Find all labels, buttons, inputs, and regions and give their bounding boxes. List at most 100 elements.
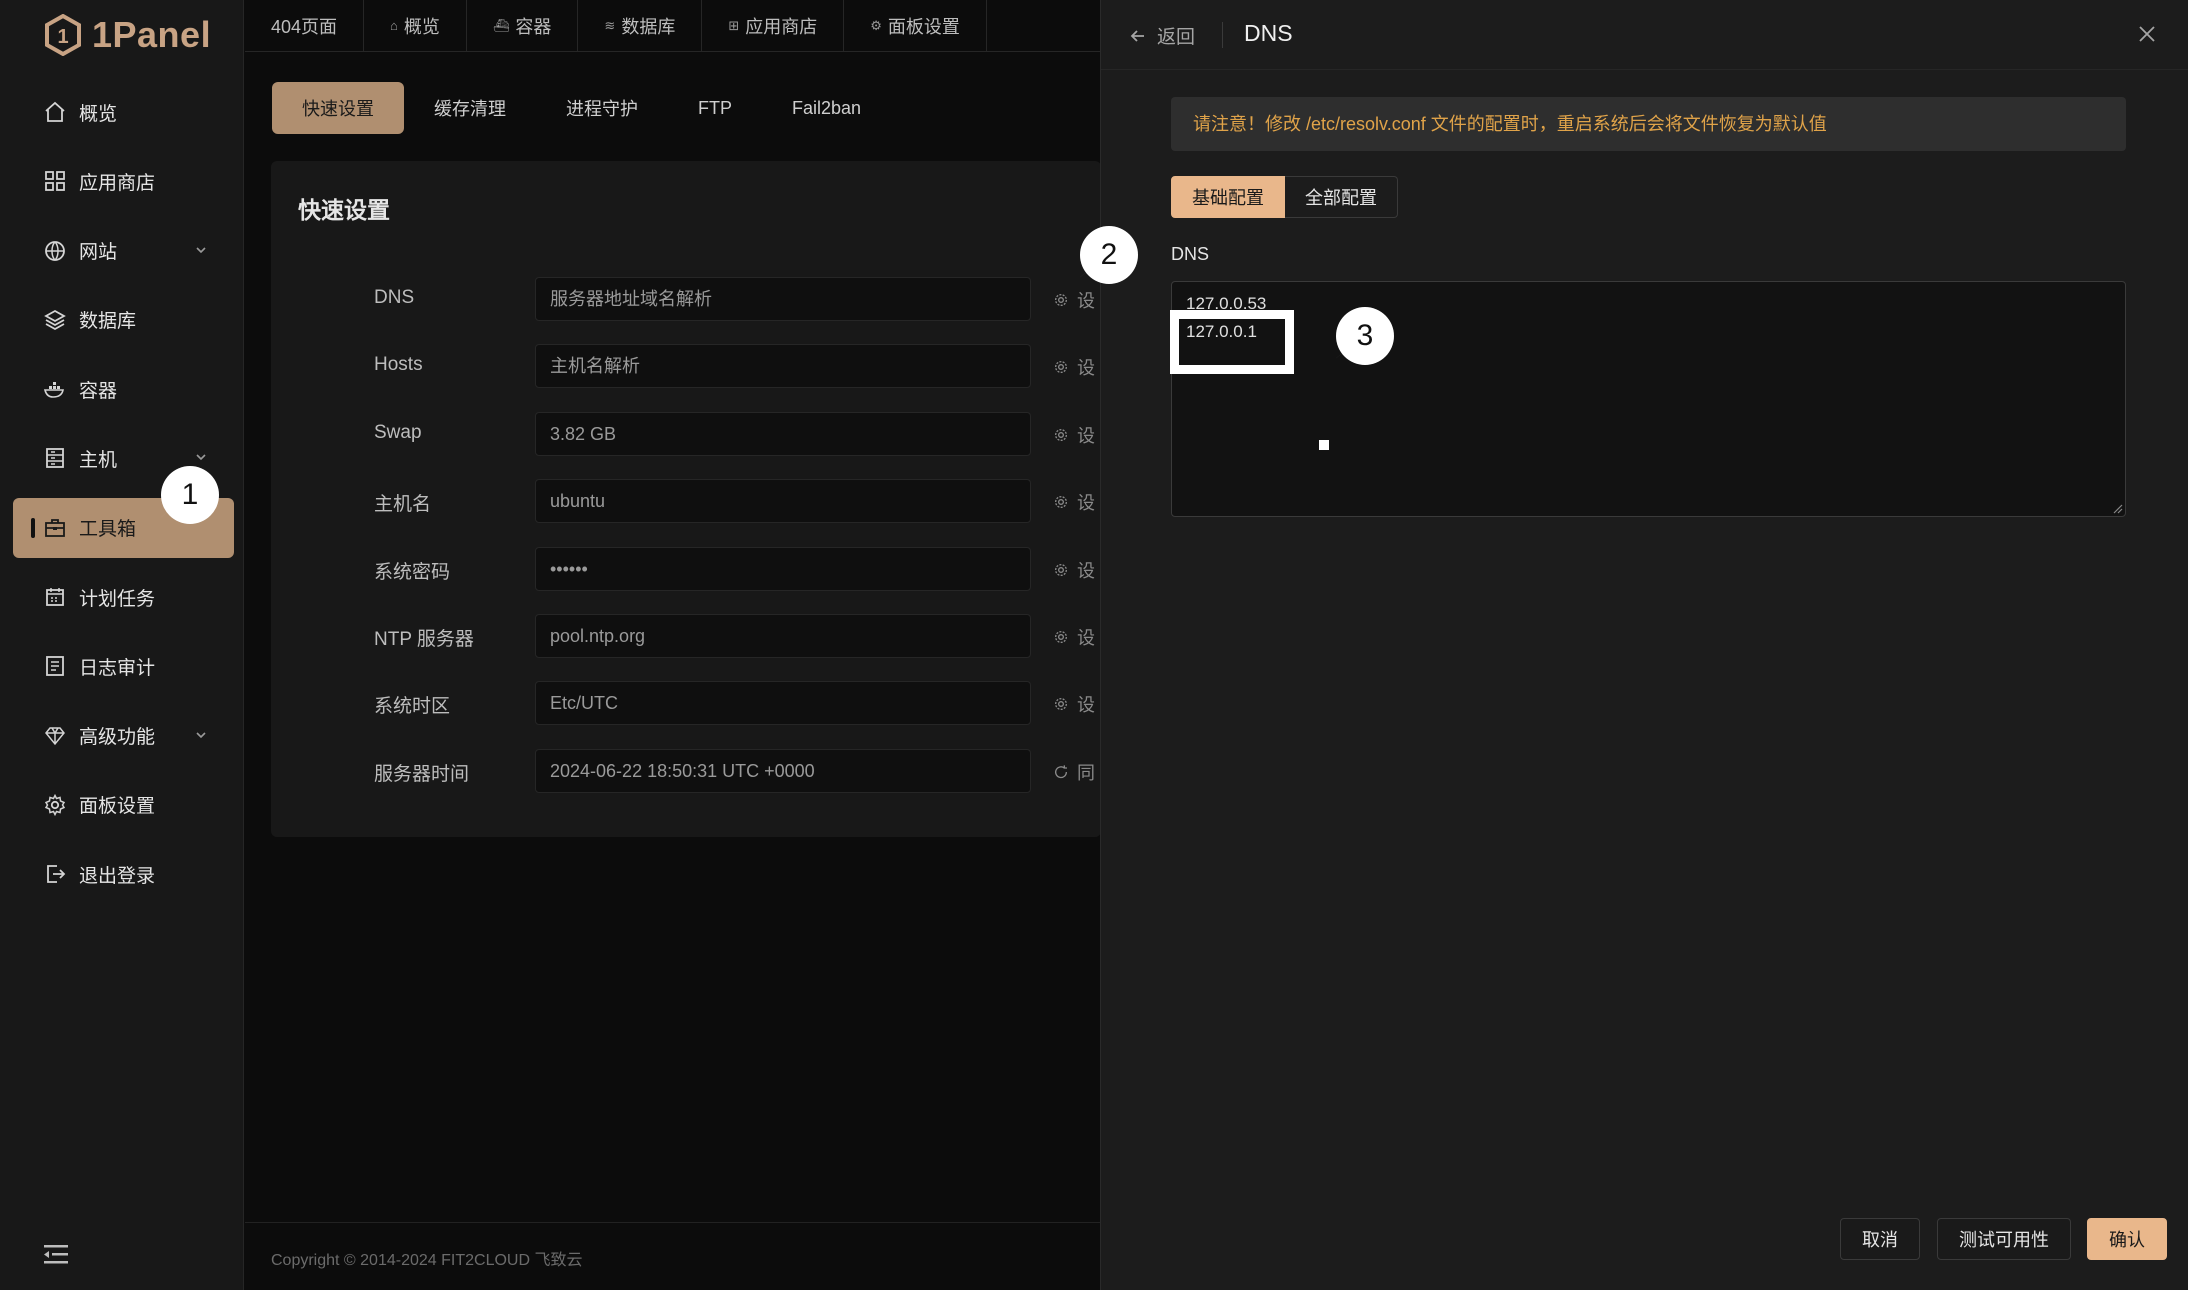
confirm-button[interactable]: 确认 — [2087, 1218, 2167, 1260]
settings-row: 系统时区 Etc/UTC 设 — [271, 681, 1101, 726]
settings-row-action[interactable]: 设 — [1053, 287, 1095, 313]
grid-icon — [45, 171, 65, 192]
gear-icon — [1055, 631, 1067, 643]
resize-handle-icon[interactable] — [2111, 502, 2123, 514]
settings-row-action[interactable]: 设 — [1053, 557, 1095, 583]
header-divider — [1222, 22, 1223, 48]
settings-row: 系统密码 •••••• 设 — [271, 546, 1101, 591]
top-tab-3[interactable]: ≋ 数据库 — [578, 0, 703, 52]
settings-row-action[interactable]: 设 — [1053, 489, 1095, 515]
settings-row-action[interactable]: 设 — [1053, 354, 1095, 380]
sidebar-item-10[interactable]: 面板设置 — [13, 775, 234, 835]
sidebar-item-label: 退出登录 — [79, 865, 156, 887]
sidebar-item-4[interactable]: 容器 — [13, 359, 234, 419]
settings-row-value[interactable]: 主机名解析 — [535, 344, 1031, 389]
dns-textarea[interactable] — [1171, 281, 2126, 517]
settings-row-action-label: 设 — [1077, 291, 1095, 311]
logo[interactable]: 1 1Panel — [44, 12, 211, 58]
calendar-icon — [46, 588, 64, 606]
top-tab-5[interactable]: ⚙ 面板设置 — [844, 0, 987, 52]
settings-row-value[interactable]: 2024-06-22 18:50:31 UTC +0000 — [535, 748, 1031, 793]
top-tab-4[interactable]: ⊞ 应用商店 — [702, 0, 845, 52]
top-tab-label: 面板设置 — [887, 16, 960, 37]
top-tab-bar: 404页面 ⌂ 概览 ⛴ 容器 ≋ 数据库 ⊞ 应用商店 ⚙ 面板设置 — [245, 0, 1100, 52]
server-icon — [46, 448, 64, 469]
footer-divider — [245, 1222, 1100, 1223]
sidebar-item-11[interactable]: 退出登录 — [13, 844, 234, 904]
gear-icon — [1055, 294, 1067, 306]
settings-row-action-label: 设 — [1077, 425, 1095, 446]
settings-row-label: NTP 服务器 — [374, 629, 474, 650]
annotation-highlight-box — [1170, 310, 1294, 374]
toolbox-subtabs: 快速设置 缓存清理 进程守护 FTP Fail2ban — [272, 82, 891, 134]
drawer-title: DNS — [1244, 20, 1293, 46]
settings-row-value[interactable]: pool.ntp.org — [535, 614, 1031, 658]
top-tab-1[interactable]: ⌂ 概览 — [364, 0, 467, 52]
docker-icon — [43, 382, 64, 398]
sidebar-item-0[interactable]: 概览 — [13, 82, 234, 142]
globe-icon — [45, 240, 65, 261]
sidebar-item-9[interactable]: 高级功能 — [13, 706, 234, 766]
top-tab-0[interactable]: 404页面 — [245, 0, 365, 52]
top-tab-label: 概览 — [403, 16, 440, 37]
settings-row-action[interactable]: 设 — [1053, 422, 1095, 448]
layers-icon — [44, 309, 66, 330]
sidebar-item-label: 网站 — [79, 242, 118, 264]
subtab-3[interactable]: FTP — [668, 82, 762, 134]
settings-row-value[interactable]: Etc/UTC — [535, 681, 1031, 726]
sidebar-item-7[interactable]: 计划任务 — [13, 567, 234, 627]
app-root: 1 1Panel 概览 应用商店 网站 数据库 容器 主机 工具箱 计划任务 日志审计 高级功能面… — [0, 0, 2188, 1290]
log-icon — [46, 656, 64, 677]
settings-row-action[interactable]: 同 — [1053, 759, 1095, 785]
annotation-bubble-1: 1 — [161, 466, 219, 524]
top-tab-label: 数据库 — [621, 16, 676, 37]
settings-row-label: 系统密码 — [374, 561, 451, 583]
test-availability-button[interactable]: 测试可用性 — [1937, 1218, 2071, 1260]
drawer-header: 返回 DNS — [1101, 0, 2188, 70]
sidebar-item-label: 面板设置 — [79, 796, 156, 818]
tab-icon: ⚙ — [870, 17, 882, 33]
settings-row-action[interactable]: 设 — [1053, 624, 1095, 650]
collapse-menu-icon[interactable] — [42, 1240, 70, 1270]
settings-row-value[interactable]: 3.82 GB — [535, 411, 1031, 456]
sidebar-item-1[interactable]: 应用商店 — [13, 151, 234, 211]
close-icon[interactable] — [2135, 22, 2159, 46]
subtab-4[interactable]: Fail2ban — [762, 82, 891, 134]
sidebar-item-2[interactable]: 网站 — [13, 221, 234, 281]
sidebar-item-3[interactable]: 数据库 — [13, 290, 234, 350]
subtab-0[interactable]: 快速设置 — [272, 82, 404, 134]
tab-icon: ⌂ — [390, 18, 398, 33]
settings-row-label: Hosts — [374, 354, 423, 376]
settings-row-value[interactable]: ubuntu — [535, 479, 1031, 524]
back-button[interactable]: 返回 — [1129, 22, 1195, 49]
subtab-1[interactable]: 缓存清理 — [404, 82, 536, 134]
settings-row: Hosts 主机名解析 设 — [271, 344, 1101, 389]
tab-full-config[interactable]: 全部配置 — [1285, 176, 1398, 218]
settings-row-value[interactable]: •••••• — [535, 546, 1031, 591]
sidebar-item-label: 高级功能 — [79, 727, 156, 749]
cancel-button[interactable]: 取消 — [1840, 1218, 1920, 1260]
gear-icon — [1055, 361, 1067, 374]
settings-row-value[interactable]: 服务器地址域名解析 — [535, 277, 1031, 321]
settings-row: 主机名 ubuntu 设 — [271, 479, 1101, 524]
annotation-bubble-2: 2 — [1080, 226, 1138, 284]
top-tab-label: 应用商店 — [745, 16, 818, 37]
svg-text:1: 1 — [57, 26, 68, 48]
settings-row-action-label: 同 — [1077, 762, 1095, 783]
gear-icon — [1055, 698, 1067, 711]
tab-basic-config[interactable]: 基础配置 — [1171, 176, 1285, 218]
subtab-2[interactable]: 进程守护 — [536, 82, 668, 134]
gear-icon — [1055, 563, 1067, 576]
settings-row-action[interactable]: 设 — [1053, 691, 1095, 717]
footer-copyright: Copyright © 2014-2024 FIT2CLOUD 飞致云 — [271, 1252, 583, 1269]
sidebar-item-8[interactable]: 日志审计 — [13, 636, 234, 696]
quick-settings-card: 快速设置 DNS 服务器地址域名解析设 Hosts 主机名解析设 Swap 3.82 GB… — [271, 161, 1101, 837]
tab-icon: ⛴ — [492, 17, 510, 33]
sidebar: 1 1Panel 概览 应用商店 网站 数据库 容器 主机 工具箱 计划任务 日志审计 高级功能面… — [0, 0, 244, 1290]
settings-row-label: 主机名 — [374, 494, 432, 516]
chevron-down-icon — [196, 732, 206, 738]
mouse-cursor — [1319, 440, 1329, 450]
top-tab-2[interactable]: ⛴ 容器 — [467, 0, 579, 52]
sidebar-item-label: 计划任务 — [79, 588, 156, 610]
sidebar-item-label: 数据库 — [79, 311, 137, 333]
